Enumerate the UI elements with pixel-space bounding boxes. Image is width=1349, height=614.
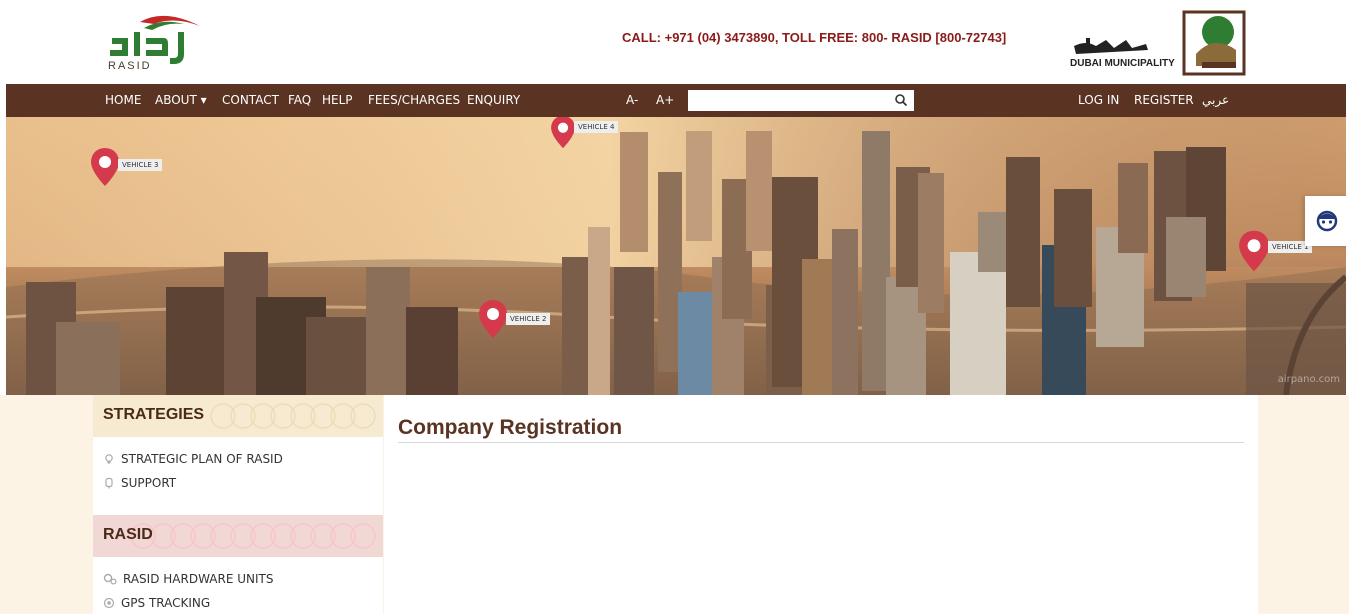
sidebar-item-strategic-plan[interactable]: STRATEGIC PLAN OF RASID	[103, 452, 283, 466]
sidebar-item-gps-tracking[interactable]: GPS TRACKING	[103, 596, 210, 610]
support-icon	[105, 477, 113, 489]
font-increase-button[interactable]: A+	[656, 93, 674, 107]
font-decrease-button[interactable]: A-	[626, 93, 638, 107]
nav-about[interactable]: ABOUT ▾	[155, 93, 207, 107]
main-navbar: HOME ABOUT ▾ CONTACT FAQ HELP FEES/CHARG…	[6, 84, 1346, 117]
hero-banner: VEHICLE 3 VEHICLE 4 VEHICLE 2 VEHICLE 1 …	[6, 117, 1346, 395]
gps-location-icon	[103, 597, 115, 609]
map-pin-icon	[479, 300, 507, 338]
vehicle-marker[interactable]: VEHICLE 4	[550, 117, 619, 154]
nav-enquiry[interactable]: ENQUIRY	[467, 93, 520, 107]
nav-contact[interactable]: CONTACT	[222, 93, 279, 107]
nav-home[interactable]: HOME	[105, 93, 141, 107]
sidebar: STRATEGIES STRATEGIC PLAN OF RASID SUPPO…	[93, 395, 383, 614]
sidebar-title-rasid: RASID	[103, 526, 153, 543]
vehicle-marker[interactable]: VEHICLE 3	[90, 147, 163, 192]
gears-icon	[103, 573, 117, 585]
sidebar-header-strategies: STRATEGIES	[93, 395, 383, 437]
map-pin-icon	[91, 148, 119, 186]
title-divider	[398, 442, 1244, 443]
accessibility-face-icon	[1316, 210, 1338, 232]
nav-faq[interactable]: FAQ	[288, 93, 311, 107]
vehicle-marker[interactable]: VEHICLE 1	[1238, 229, 1313, 278]
map-pin-icon	[1239, 230, 1269, 272]
hero-cityscape	[6, 117, 1346, 395]
map-pin-icon	[551, 117, 575, 149]
dubai-municipality-text: DUBAI MUNICIPALITY	[1070, 58, 1175, 69]
search-box	[688, 90, 914, 111]
site-header: RASID CALL: +971 (04) 3473890, TOLL FREE…	[0, 0, 1349, 84]
sidebar-item-label: STRATEGIC PLAN OF RASID	[121, 452, 283, 466]
sidebar-title-strategies: STRATEGIES	[103, 406, 205, 423]
sidebar-item-label: SUPPORT	[121, 476, 177, 490]
lightbulb-icon	[105, 454, 113, 464]
page-title: Company Registration	[398, 416, 623, 439]
search-icon[interactable]	[894, 93, 908, 107]
sidebar-item-support[interactable]: SUPPORT	[103, 476, 176, 490]
sidebar-header-rasid: RASID	[93, 515, 383, 557]
vehicle-marker[interactable]: VEHICLE 2	[478, 299, 551, 344]
vehicle-label: VEHICLE 3	[118, 159, 163, 171]
sidebar-item-hardware-units[interactable]: RASID HARDWARE UNITS	[103, 572, 273, 586]
accessibility-widget[interactable]	[1305, 196, 1349, 246]
call-info: CALL: +971 (04) 3473890, TOLL FREE: 800-…	[622, 30, 1007, 45]
sidebar-item-label: RASID HARDWARE UNITS	[123, 572, 274, 586]
search-input[interactable]	[688, 90, 888, 111]
vehicle-label: VEHICLE 2	[506, 313, 551, 325]
nav-arabic-language[interactable]: عربي	[1202, 93, 1229, 107]
vehicle-label: VEHICLE 4	[574, 121, 619, 133]
sidebar-item-label: GPS TRACKING	[121, 596, 211, 610]
hero-watermark: airpano.com	[1277, 374, 1340, 385]
nav-login[interactable]: LOG IN	[1078, 93, 1119, 107]
nav-fees-charges[interactable]: FEES/CHARGES	[368, 93, 460, 107]
rasid-logo-text: RASID	[108, 60, 152, 72]
nav-help[interactable]: HELP	[322, 93, 353, 107]
nav-register[interactable]: REGISTER	[1134, 93, 1194, 107]
